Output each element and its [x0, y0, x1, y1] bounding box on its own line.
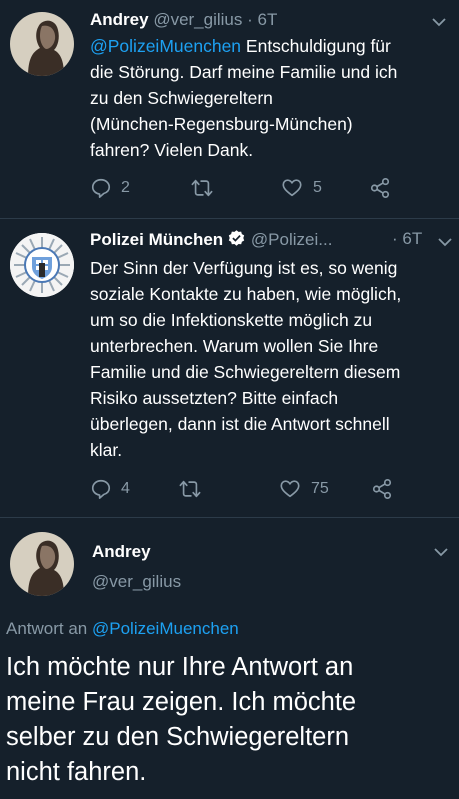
like-count: 75	[311, 480, 329, 497]
retweet-icon	[179, 480, 201, 498]
chevron-down-icon[interactable]	[436, 236, 454, 248]
reply-button[interactable]: 4	[90, 477, 130, 501]
author-name[interactable]: Polizei München	[90, 230, 223, 249]
text-line: überlegen, dann ist die Antwort schnell	[90, 414, 390, 434]
author-name[interactable]: Andrey	[92, 542, 151, 562]
text-line: unterbrechen. Warum wollen Sie Ihre	[90, 336, 379, 356]
chevron-down-icon[interactable]	[430, 16, 448, 28]
share-button[interactable]	[370, 477, 394, 501]
reply-prefix: Antwort an	[6, 619, 92, 638]
share-icon	[370, 178, 390, 198]
verified-badge-icon	[229, 230, 245, 246]
author-handle[interactable]: @ver_gilius	[153, 10, 242, 29]
reply-to-link[interactable]: @PolizeiMuenchen	[92, 619, 239, 638]
text-line: um so die Infektionskette möglich zu	[90, 310, 373, 330]
reply-context: Antwort an @PolizeiMuenchen	[6, 619, 239, 639]
author-handle[interactable]: @Polizei...	[251, 230, 333, 249]
retweet-button[interactable]	[190, 176, 223, 200]
tweet-2-header: Polizei München @Polizei... · 6T	[90, 229, 450, 250]
chevron-down-icon[interactable]	[432, 546, 450, 558]
like-icon	[280, 480, 300, 498]
text-line: klar.	[90, 440, 123, 460]
tweet-time[interactable]: · 6T	[392, 229, 422, 249]
text-line: die Störung. Darf meine Familie und ich	[90, 62, 398, 82]
tweet-2-actions: 4 75	[90, 477, 450, 501]
like-button[interactable]: 5	[280, 176, 322, 200]
text-line: Ich möchte nur Ihre Antwort an	[6, 653, 354, 681]
text-line: Entschuldigung für	[241, 36, 391, 56]
share-icon	[372, 479, 392, 499]
text-line: Familie und die Schwiegereltern diesem	[90, 362, 401, 382]
text-line: soziale Kontakte zu haben, wie möglich,	[90, 284, 402, 304]
like-button[interactable]: 75	[278, 477, 329, 501]
tweet-3-text: Ich möchte nur Ihre Antwort an meine Fra…	[6, 650, 456, 790]
text-line: meine Frau zeigen. Ich möchte	[6, 688, 357, 716]
author-handle[interactable]: @ver_gilius	[92, 572, 181, 592]
reply-icon	[91, 178, 111, 198]
mention-link[interactable]: @PolizeiMuenchen	[90, 36, 241, 56]
like-count: 5	[313, 179, 322, 196]
reply-button[interactable]: 2	[90, 176, 130, 200]
avatar-polizei-muenchen[interactable]	[10, 233, 74, 297]
like-icon	[282, 179, 302, 197]
text-line: selber zu den Schwiegereltern	[6, 723, 350, 751]
tweet-1[interactable]: Andrey @ver_gilius · 6T @PolizeiMuenchen…	[0, 0, 459, 218]
author-name[interactable]: Andrey	[90, 10, 149, 29]
tweet-3[interactable]: Andrey @ver_gilius Antwort an @PolizeiMu…	[0, 518, 459, 799]
text-line: (München-Regensburg-München)	[90, 114, 353, 134]
avatar-andrey[interactable]	[10, 12, 74, 76]
avatar-andrey[interactable]	[10, 532, 74, 596]
retweet-button[interactable]	[178, 477, 211, 501]
tweet-time[interactable]: · 6T	[247, 10, 277, 29]
tweet-1-actions: 2 5	[90, 176, 450, 200]
share-button[interactable]	[368, 176, 392, 200]
tweet-1-header: Andrey @ver_gilius · 6T	[90, 10, 277, 30]
reply-count: 4	[121, 480, 130, 497]
text-line: fahren? Vielen Dank.	[90, 140, 254, 160]
tweet-2-text: Der Sinn der Verfügung ist es, so wenig …	[90, 255, 455, 463]
reply-count: 2	[121, 179, 130, 196]
tweet-1-text: @PolizeiMuenchen Entschuldigung für die …	[90, 33, 450, 163]
text-line: Risiko aussetzten? Bitte einfach	[90, 388, 339, 408]
tweet-2[interactable]: Polizei München @Polizei... · 6T Der Sin…	[0, 219, 459, 517]
text-line: nicht fahren.	[6, 758, 147, 786]
text-line: zu den Schwiegereltern	[90, 88, 273, 108]
text-line: Der Sinn der Verfügung ist es, so wenig	[90, 258, 398, 278]
retweet-icon	[191, 179, 213, 197]
reply-icon	[91, 479, 111, 499]
